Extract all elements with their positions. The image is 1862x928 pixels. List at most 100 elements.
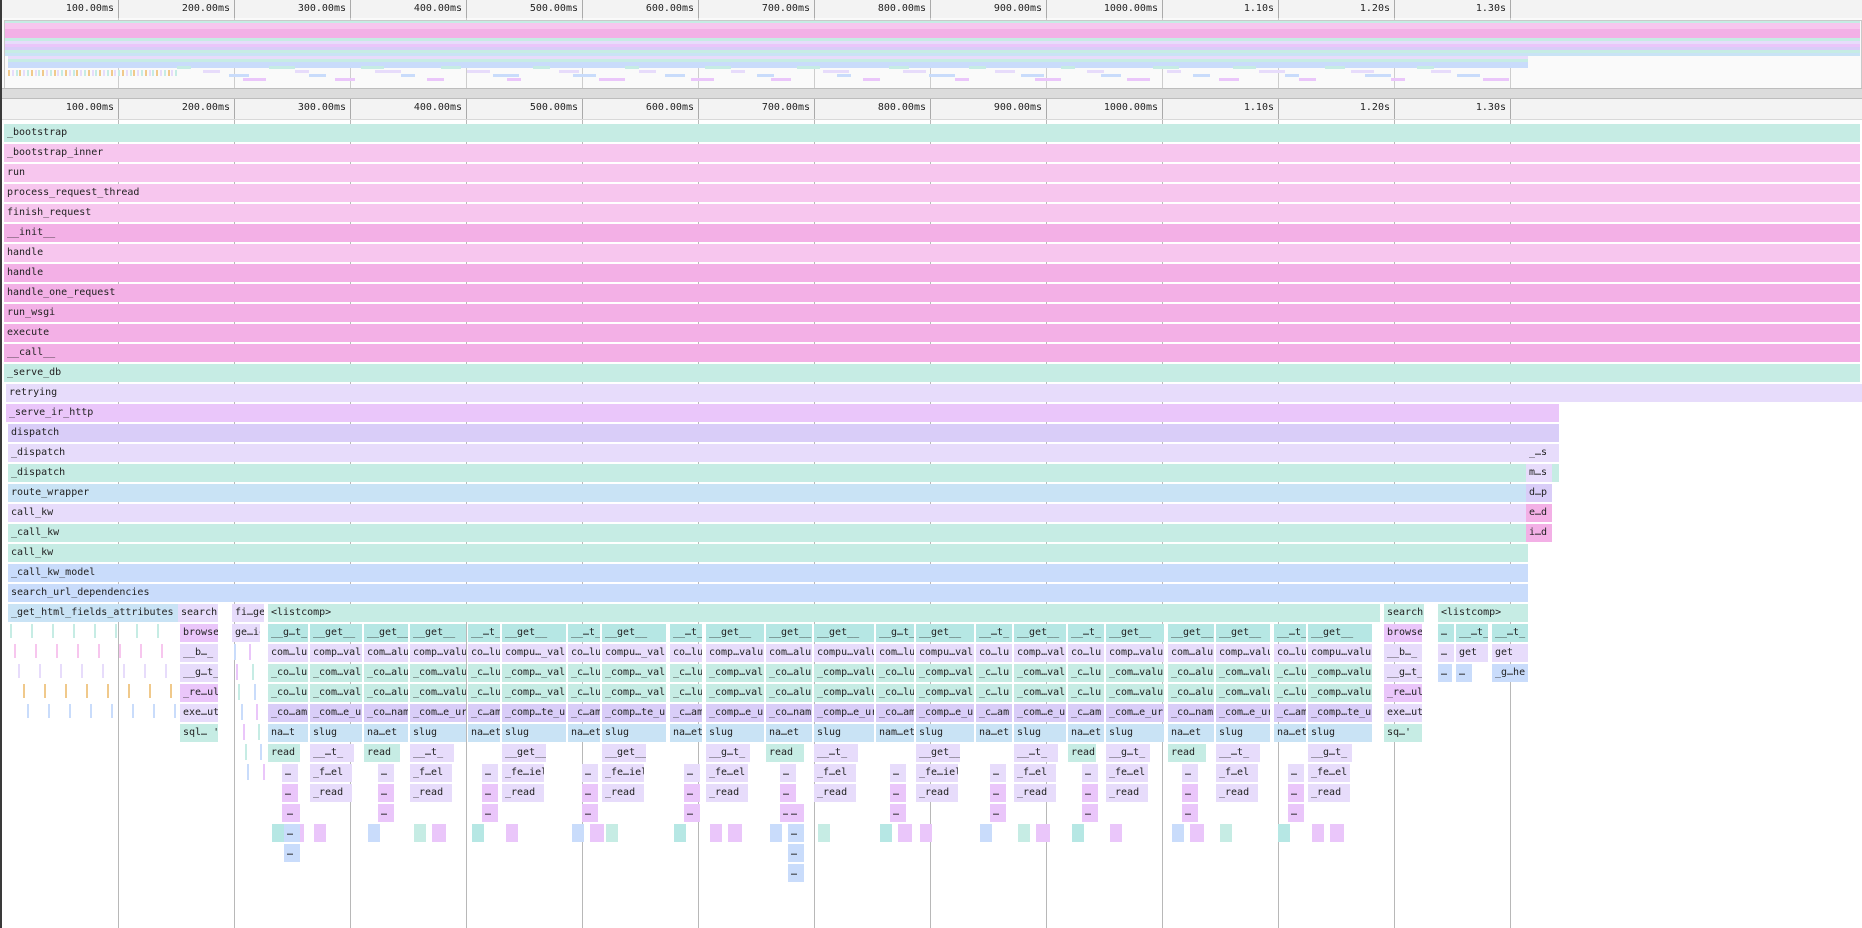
thin-frame[interactable] xyxy=(52,624,54,638)
listcomp-subframe[interactable]: __…t_ xyxy=(1274,624,1306,642)
fige-subframe[interactable]: ge…io xyxy=(232,624,260,642)
thin-frame[interactable] xyxy=(60,664,63,678)
listcomp-subframe[interactable]: _c…lu xyxy=(468,684,500,702)
thin-frame[interactable] xyxy=(251,664,254,680)
listcomp-subframe[interactable]: _comp…valu xyxy=(706,664,764,682)
listcomp-subframe[interactable]: _comp…valu xyxy=(706,684,764,702)
stack-frame-dispatch[interactable]: _dispatch xyxy=(8,464,1528,482)
thin-frame[interactable] xyxy=(260,744,263,760)
listcomp-subframe[interactable]: compu…valu xyxy=(814,644,874,662)
thin-frame[interactable] xyxy=(148,684,151,698)
listcomp-subframe[interactable]: __get__ xyxy=(364,624,408,642)
listcomp-subframe[interactable]: … xyxy=(378,784,394,802)
listcomp-subframe[interactable]: _co…lu xyxy=(268,664,308,682)
thin-frame[interactable] xyxy=(262,764,265,780)
listcomp-subframe[interactable]: __get__ xyxy=(502,744,546,762)
listcomp-subframe[interactable]: __get__ xyxy=(916,624,974,642)
listcomp-subframe[interactable]: _f…el xyxy=(1216,764,1258,782)
listcomp-subframe[interactable]: __…t_ xyxy=(310,744,354,762)
listcomp-subframe[interactable]: comp…valu xyxy=(706,644,764,662)
listcomp-subframe[interactable]: slug xyxy=(1106,724,1164,742)
listcomp-subframe[interactable]: … xyxy=(684,764,700,782)
listcomp-subframe[interactable]: … xyxy=(890,784,906,802)
listcomp-stub[interactable] xyxy=(314,824,326,842)
listcomp-subframe[interactable]: __get__ xyxy=(1106,624,1164,642)
listcomp-subframe[interactable]: com…lu xyxy=(876,644,914,662)
listcomp-stub[interactable] xyxy=(710,824,722,842)
listcomp-subframe[interactable]: … xyxy=(582,784,598,802)
thin-frame[interactable] xyxy=(119,644,122,658)
listcomp-subframe[interactable]: _com…valu xyxy=(310,664,362,682)
listcomp-stub[interactable] xyxy=(1018,824,1030,842)
listcomp-subframe[interactable]: … xyxy=(482,804,498,822)
thin-frame[interactable] xyxy=(131,704,134,718)
listcomp-stub[interactable] xyxy=(1312,824,1324,842)
listcomp-subframe[interactable]: __…t_ xyxy=(468,624,500,642)
listcomp-subframe[interactable]: … xyxy=(990,784,1006,802)
frame-search-2[interactable]: search xyxy=(1384,604,1424,622)
search-subframe[interactable]: _re…ul xyxy=(1384,684,1422,702)
stack-frame-init[interactable]: __init__ xyxy=(4,224,1860,242)
listcomp-subframe[interactable]: … xyxy=(1288,784,1304,802)
thin-frame[interactable] xyxy=(245,744,247,760)
listcomp-subframe[interactable]: _comp…te_ur xyxy=(1308,704,1372,722)
listcomp-subframe[interactable]: slug xyxy=(706,724,764,742)
listcomp-subframe[interactable]: _read xyxy=(1308,784,1350,802)
listcomp-subframe[interactable]: _read xyxy=(706,784,748,802)
listcomp-subframe[interactable]: _c…am xyxy=(568,704,600,722)
listcomp-subframe[interactable]: na…et xyxy=(1168,724,1214,742)
listcomp-subframe[interactable]: na…et xyxy=(1274,724,1306,742)
thin-frame[interactable] xyxy=(98,644,101,658)
deep-stub[interactable]: … xyxy=(284,844,300,862)
right-frame[interactable]: i…d xyxy=(1526,524,1552,542)
listcomp-subframe[interactable]: _c…lu xyxy=(468,664,500,682)
listcomp-subframe[interactable]: compu…valu xyxy=(1308,644,1372,662)
listcomp-subframe[interactable]: __get__ xyxy=(1308,624,1372,642)
listcomp-subframe[interactable]: __g…t_ xyxy=(876,624,914,642)
listcomp-subframe[interactable]: … xyxy=(890,764,906,782)
stack-frame-retrying[interactable]: retrying xyxy=(6,384,1862,402)
listcomp-subframe[interactable]: comp…valu xyxy=(410,644,466,662)
listcomp-stub[interactable] xyxy=(1278,824,1290,842)
listcomp-subframe[interactable]: na…et xyxy=(766,724,812,742)
listcomp-stub[interactable] xyxy=(606,824,618,842)
listcomp-subframe[interactable]: … xyxy=(482,764,498,782)
thin-frame[interactable] xyxy=(253,684,256,700)
listcomp-subframe[interactable]: _read xyxy=(1014,784,1056,802)
tail-listcomp-frame[interactable]: _g…he xyxy=(1492,664,1528,682)
listcomp-subframe[interactable]: _c…lu xyxy=(976,664,1012,682)
tail-listcomp-frame[interactable]: … xyxy=(1438,644,1454,662)
overview-minimap[interactable] xyxy=(2,18,1862,91)
thin-frame[interactable] xyxy=(169,684,172,698)
listcomp-subframe[interactable]: __get__ xyxy=(706,624,764,642)
tail-listcomp-frame[interactable]: get xyxy=(1456,644,1488,662)
listcomp-subframe[interactable]: … xyxy=(890,804,906,822)
thin-frame[interactable] xyxy=(89,704,92,718)
search-subframe[interactable]: exe…ut xyxy=(180,704,218,722)
listcomp-subframe[interactable]: __g…t_ xyxy=(1106,744,1150,762)
thin-frame[interactable] xyxy=(256,704,258,720)
listcomp-subframe[interactable]: _f…el xyxy=(410,764,452,782)
listcomp-stub[interactable] xyxy=(1036,824,1050,842)
listcomp-subframe[interactable]: na…et xyxy=(568,724,600,742)
listcomp-subframe[interactable]: _c…lu xyxy=(568,684,600,702)
listcomp-subframe[interactable]: _read xyxy=(814,784,856,802)
search-subframe[interactable]: __g…t_ xyxy=(1384,664,1422,682)
listcomp-subframe[interactable]: _comp…_valu xyxy=(502,684,566,702)
listcomp-subframe[interactable]: read xyxy=(268,744,300,762)
thin-frame[interactable] xyxy=(140,644,143,658)
right-frame[interactable]: m…s xyxy=(1526,464,1552,482)
stack-frame-bootstrap-inner[interactable]: _bootstrap_inner xyxy=(4,144,1860,162)
listcomp-subframe[interactable]: _read xyxy=(1216,784,1258,802)
listcomp-subframe[interactable]: _fe…el xyxy=(706,764,748,782)
listcomp-subframe[interactable]: _com…valu xyxy=(1014,664,1066,682)
listcomp-stub[interactable] xyxy=(980,824,992,842)
listcomp-subframe[interactable]: __get__ xyxy=(1216,624,1270,642)
listcomp-subframe[interactable]: __…t_ xyxy=(568,624,600,642)
listcomp-subframe[interactable]: _co…alu xyxy=(766,684,812,702)
right-frame[interactable]: d…p xyxy=(1526,484,1552,502)
listcomp-subframe[interactable]: slug xyxy=(1216,724,1270,742)
listcomp-subframe[interactable]: com…alu xyxy=(766,644,812,662)
stack-frame-finish-request[interactable]: finish_request xyxy=(4,204,1860,222)
thin-frame[interactable] xyxy=(240,704,243,720)
